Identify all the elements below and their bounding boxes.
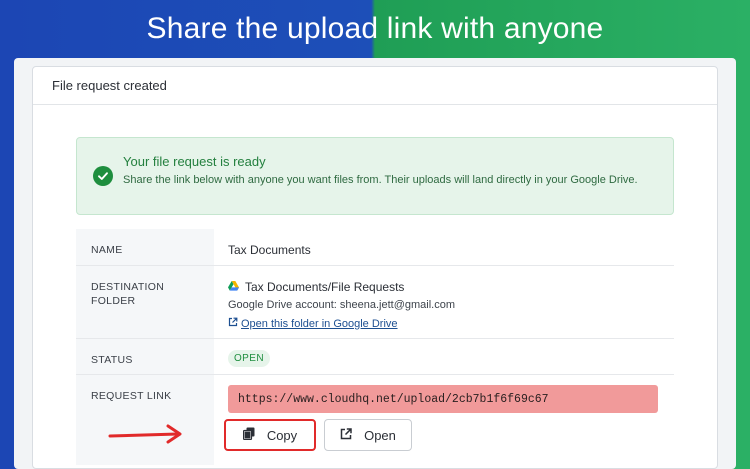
panel-background: File request created Your file request i… (14, 58, 736, 469)
open-external-icon (340, 427, 352, 443)
copy-button[interactable]: Copy (224, 419, 316, 451)
open-folder-link[interactable]: Open this folder in Google Drive (228, 317, 660, 330)
google-drive-icon (228, 280, 239, 294)
status-label: STATUS (76, 339, 214, 374)
row-name: NAME Tax Documents (76, 229, 674, 266)
alert-text: Share the link below with anyone you wan… (123, 174, 638, 186)
open-folder-label: Open this folder in Google Drive (241, 317, 398, 330)
red-arrow-icon (108, 424, 182, 444)
drive-account: Google Drive account: sheena.jett@gmail.… (228, 299, 455, 311)
success-alert: Your file request is ready Share the lin… (76, 137, 674, 215)
destination-label: DESTINATION FOLDER (76, 266, 214, 338)
alert-title: Your file request is ready (123, 154, 266, 169)
name-value: Tax Documents (228, 243, 311, 257)
destination-path: Tax Documents/File Requests (245, 280, 405, 294)
row-status: STATUS OPEN (76, 339, 674, 375)
row-destination: DESTINATION FOLDER Tax Documents/File Re… (76, 266, 674, 339)
name-label: NAME (76, 229, 214, 265)
banner-title: Share the upload link with anyone (146, 12, 604, 45)
row-request-link: REQUEST LINK https://www.cloudhq.net/upl… (76, 375, 674, 465)
request-link-label: REQUEST LINK (76, 375, 214, 465)
external-link-icon (228, 317, 238, 330)
copy-icon (242, 427, 255, 443)
copy-label: Copy (266, 427, 298, 443)
check-circle-icon (93, 166, 113, 186)
status-badge: OPEN (228, 350, 270, 367)
file-request-card: File request created Your file request i… (32, 66, 718, 469)
open-button[interactable]: Open (324, 419, 412, 451)
open-label: Open (364, 427, 396, 443)
card-header: File request created (33, 67, 717, 105)
request-link-field[interactable]: https://www.cloudhq.net/upload/2cb7b1f6f… (228, 385, 658, 413)
